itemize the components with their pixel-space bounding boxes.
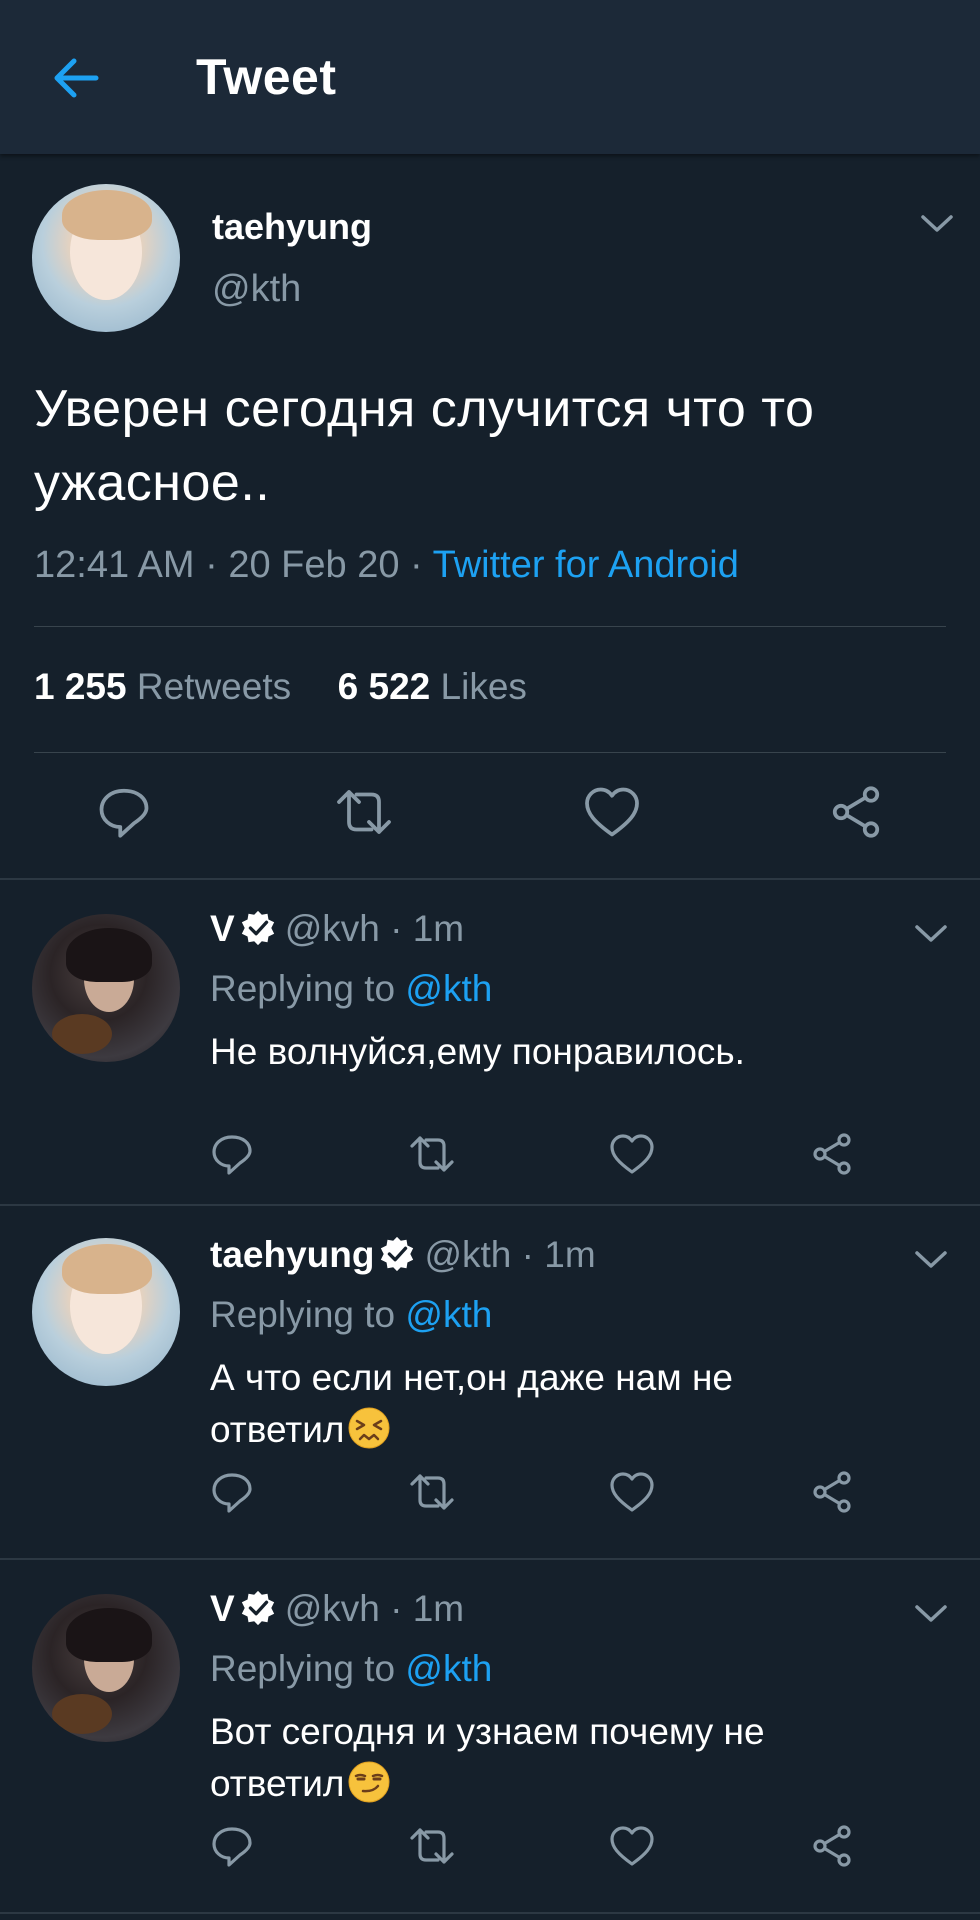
reply-icon[interactable] xyxy=(208,1468,256,1516)
reply-actions xyxy=(200,1468,920,1528)
reply-author-name[interactable]: V xyxy=(210,908,235,949)
share-icon[interactable] xyxy=(808,1468,856,1516)
retweet-icon[interactable] xyxy=(408,1468,456,1516)
likes-label[interactable]: Likes xyxy=(441,666,527,707)
back-arrow-icon[interactable] xyxy=(50,52,102,104)
tweet-text: Уверен сегодня случится что то ужасное.. xyxy=(34,380,815,512)
retweet-icon[interactable] xyxy=(408,1822,456,1870)
chevron-down-icon[interactable] xyxy=(914,924,948,944)
likes-count[interactable]: 6 522 xyxy=(338,666,431,707)
reply-header: taehyung @kth · 1m xyxy=(210,1234,596,1276)
replying-label: Replying to xyxy=(210,1294,396,1335)
meta-separator: · xyxy=(194,544,229,586)
meta-separator: · xyxy=(379,1588,413,1629)
tweet-date: 20 Feb 20 xyxy=(228,544,400,586)
reply-actions xyxy=(200,1130,920,1190)
tweet-meta: 12:41 AM · 20 Feb 20 · Twitter for Andro… xyxy=(34,544,739,587)
reply-age: 1m xyxy=(412,908,465,949)
retweets-count[interactable]: 1 255 xyxy=(34,666,127,707)
like-icon[interactable] xyxy=(608,1468,656,1516)
reply-author-handle[interactable]: @kvh xyxy=(285,1588,380,1629)
replying-label: Replying to xyxy=(210,1648,396,1689)
app-bar: Tweet xyxy=(0,0,980,154)
tweet-stats: 1 255 Retweets 6 522 Likes xyxy=(34,666,527,708)
retweets-label[interactable]: Retweets xyxy=(137,666,291,707)
share-icon[interactable] xyxy=(808,1822,856,1870)
verified-icon xyxy=(378,1235,416,1273)
reply-icon[interactable] xyxy=(208,1822,256,1870)
reply-header: V @kvh · 1m xyxy=(210,1588,464,1630)
reply-actions xyxy=(200,1822,920,1882)
author-name[interactable]: taehyung xyxy=(212,206,372,248)
replying-to: Replying to @kth xyxy=(210,1294,492,1336)
reply-text: Не волнуйся,ему понравилось. xyxy=(210,1026,930,1078)
replying-to-handle[interactable]: @kth xyxy=(405,1294,492,1335)
divider xyxy=(34,626,946,627)
avatar[interactable] xyxy=(32,1594,180,1742)
reply-tweet[interactable]: taehyung @kth · 1m Replying to @kth А что… xyxy=(0,1206,980,1558)
reply-icon[interactable] xyxy=(94,782,154,842)
avatar[interactable] xyxy=(32,184,180,332)
chevron-down-icon[interactable] xyxy=(914,1604,948,1624)
reply-actions-spacer xyxy=(200,1356,920,1416)
reply-age: 1m xyxy=(412,1588,465,1629)
replying-to-handle[interactable]: @kth xyxy=(405,1648,492,1689)
tweet-source[interactable]: Twitter for Android xyxy=(433,544,739,586)
reply-header: V @kvh · 1m xyxy=(210,908,464,950)
avatar[interactable] xyxy=(32,914,180,1062)
author-handle[interactable]: @kth xyxy=(212,268,301,311)
replying-label: Replying to xyxy=(210,968,396,1009)
replying-to: Replying to @kth xyxy=(210,968,492,1010)
like-icon[interactable] xyxy=(582,782,642,842)
share-icon[interactable] xyxy=(826,782,886,842)
divider xyxy=(0,1912,980,1914)
reply-text-content: Не волнуйся,ему понравилось. xyxy=(210,1031,745,1072)
reply-author-name[interactable]: taehyung xyxy=(210,1234,374,1275)
replying-to: Replying to @kth xyxy=(210,1648,492,1690)
reply-age: 1m xyxy=(544,1234,596,1275)
reply-author-handle[interactable]: @kth xyxy=(424,1234,511,1275)
reply-author-name[interactable]: V xyxy=(210,1588,235,1629)
reply-text: Вот сегодня и узнаем почему не ответил xyxy=(210,1706,870,1810)
verified-icon xyxy=(239,1589,277,1627)
reply-author-handle[interactable]: @kvh xyxy=(285,908,380,949)
chevron-down-icon[interactable] xyxy=(920,214,954,234)
reply-text-content: Вот сегодня и узнаем почему не ответил xyxy=(210,1711,765,1804)
reply-tweet[interactable]: V @kvh · 1m Replying to @kth Вот сегодня … xyxy=(0,1560,980,1912)
like-icon[interactable] xyxy=(608,1130,656,1178)
meta-separator: · xyxy=(511,1234,545,1275)
retweet-icon[interactable] xyxy=(334,782,394,842)
avatar[interactable] xyxy=(32,1238,180,1386)
meta-separator: · xyxy=(379,908,413,949)
chevron-down-icon[interactable] xyxy=(914,1250,948,1270)
meta-separator: · xyxy=(399,544,433,586)
replying-to-handle[interactable]: @kth xyxy=(405,968,492,1009)
page-title: Tweet xyxy=(196,49,337,105)
tweet-actions xyxy=(0,782,980,852)
verified-icon xyxy=(239,909,277,947)
like-icon[interactable] xyxy=(608,1822,656,1870)
retweet-icon[interactable] xyxy=(408,1130,456,1178)
share-icon[interactable] xyxy=(808,1130,856,1178)
smirking-face-icon xyxy=(347,1760,391,1804)
tweet-time: 12:41 AM xyxy=(34,544,195,586)
reply-icon[interactable] xyxy=(208,1130,256,1178)
reply-tweet[interactable]: V @kvh · 1m Replying to @kth Не волнуйся,… xyxy=(0,880,980,1205)
divider xyxy=(34,752,946,753)
